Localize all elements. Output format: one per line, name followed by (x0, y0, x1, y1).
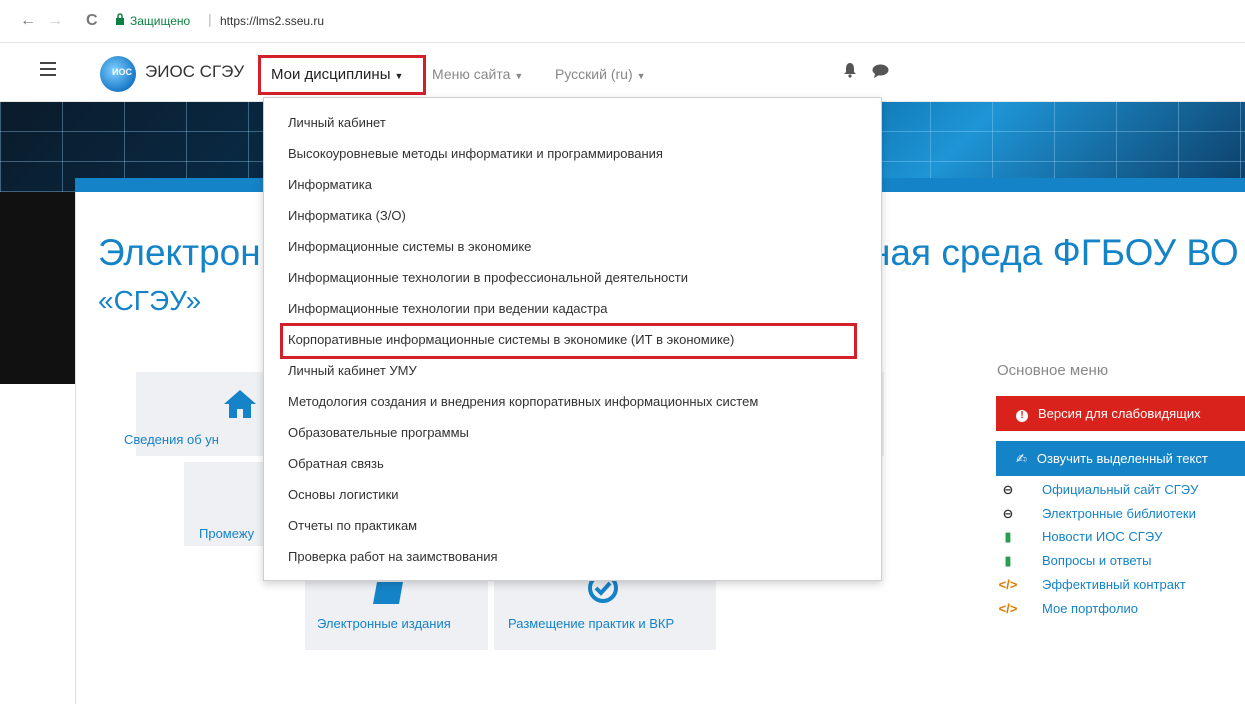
dropdown-item[interactable]: Личный кабинет УМУ (288, 363, 417, 378)
forum-icon: ▮ (1004, 553, 1012, 568)
sidebar-title: Основное меню (997, 362, 1109, 379)
forum-icon: ▮ (1004, 529, 1012, 544)
sidebar-link-news[interactable]: ▮ Новости ИОС СГЭУ (998, 529, 1162, 551)
site-menu-label: Меню сайта (432, 66, 511, 82)
dropdown-item[interactable]: Высокоуровневые методы информатики и про… (288, 146, 663, 161)
dropdown-item[interactable]: Информатика (288, 177, 372, 192)
tile-label: Промежу (199, 526, 255, 541)
caret-down-icon: ▼ (636, 71, 646, 81)
language-label: Русский (ru) (555, 66, 633, 82)
link-icon: ⊖ (1002, 482, 1014, 497)
banner-shadow (0, 192, 75, 384)
sidebar-link-libraries[interactable]: ⊖ Электронные библиотеки (998, 506, 1196, 528)
language-menu[interactable]: Русский (ru) ▼ (555, 66, 646, 82)
speak-text-button[interactable]: ✍ Озвучить выделенный текст (996, 441, 1245, 476)
caret-down-icon: ▼ (514, 71, 524, 81)
bell-icon[interactable] (843, 62, 857, 78)
page-title-line2: «СГЭУ» (98, 285, 202, 316)
logo-text: ИОС (112, 67, 132, 77)
url-separator: | (208, 11, 212, 27)
link-icon: ⊖ (1002, 506, 1014, 521)
site-name[interactable]: ЭИОС СГЭУ (145, 62, 244, 82)
dropdown-item[interactable]: Информационные системы в экономике (288, 239, 531, 254)
tile-university-info[interactable]: Сведения об ун (124, 372, 264, 456)
sidebar-link-label: Электронные библиотеки (1042, 506, 1196, 521)
secure-label: Защищено (130, 14, 191, 28)
dropdown-item[interactable]: Информационные технологии при ведении ка… (288, 301, 607, 316)
chat-icon[interactable] (872, 64, 889, 78)
dropdown-item[interactable]: Основы логистики (288, 487, 399, 502)
dropdown-item[interactable]: Образовательные программы (288, 425, 469, 440)
code-icon: </> (998, 577, 1018, 592)
address-bar[interactable]: https://lms2.sseu.ru (220, 14, 324, 28)
low-vision-label: Версия для слабовидящих (1038, 406, 1201, 421)
dropdown-item[interactable]: Отчеты по практикам (288, 518, 417, 533)
sidebar-link-faq[interactable]: ▮ Вопросы и ответы (998, 553, 1151, 575)
menu-toggle-icon[interactable] (40, 62, 56, 76)
speech-icon: ✍ (1016, 451, 1027, 466)
dropdown-item[interactable]: Информатика (З/О) (288, 208, 406, 223)
sidebar-link-label: Эффективный контракт (1042, 577, 1186, 592)
book-icon (373, 582, 403, 604)
sidebar-link-portfolio[interactable]: </> Мое портфолио (998, 601, 1138, 623)
dropdown-item[interactable]: Личный кабинет (288, 115, 386, 130)
page-title-start: Электрони (98, 232, 282, 273)
tile-label: Размещение практик и ВКР (508, 616, 675, 631)
dropdown-item[interactable]: Методология создания и внедрения корпора… (288, 394, 758, 409)
low-vision-button[interactable]: ! Версия для слабовидящих (996, 396, 1245, 431)
tile-label: Электронные издания (317, 616, 451, 631)
speak-text-label: Озвучить выделенный текст (1036, 451, 1208, 466)
page-title-end: ная среда ФГБОУ ВО (870, 232, 1239, 273)
lock-icon (116, 13, 124, 25)
sidebar-link-contract[interactable]: </> Эффективный контракт (998, 577, 1186, 599)
home-icon (224, 390, 256, 418)
tile-exam[interactable]: Промежу (184, 462, 264, 546)
sidebar-link-official-site[interactable]: ⊖ Официальный сайт СГЭУ (998, 482, 1199, 504)
reload-button[interactable]: C (86, 12, 98, 30)
my-courses-menu[interactable]: Мои дисциплины ▼ (258, 55, 426, 95)
forward-button[interactable]: → (47, 12, 63, 30)
sidebar-link-label: Официальный сайт СГЭУ (1042, 482, 1199, 497)
sidebar-link-label: Вопросы и ответы (1042, 553, 1152, 568)
sidebar-link-label: Новости ИОС СГЭУ (1042, 529, 1163, 544)
site-menu[interactable]: Меню сайта ▼ (432, 66, 523, 82)
my-courses-label: Мои дисциплины (271, 66, 391, 83)
info-icon: ! (1016, 410, 1028, 422)
dropdown-item[interactable]: Информационные технологии в профессионал… (288, 270, 688, 285)
tile-e-editions[interactable]: Электронные издания (305, 572, 488, 650)
dropdown-item[interactable]: Обратная связь (288, 456, 384, 471)
sidebar-link-label: Мое портфолио (1042, 601, 1138, 616)
tile-practice[interactable]: Размещение практик и ВКР (494, 572, 716, 650)
dropdown-item[interactable]: Проверка работ на заимствования (288, 549, 498, 564)
code-icon: </> (998, 601, 1018, 616)
tile-label: Сведения об ун (124, 432, 219, 447)
highlight-box (280, 323, 857, 359)
caret-down-icon: ▼ (394, 71, 404, 81)
back-button[interactable]: ← (20, 12, 36, 30)
